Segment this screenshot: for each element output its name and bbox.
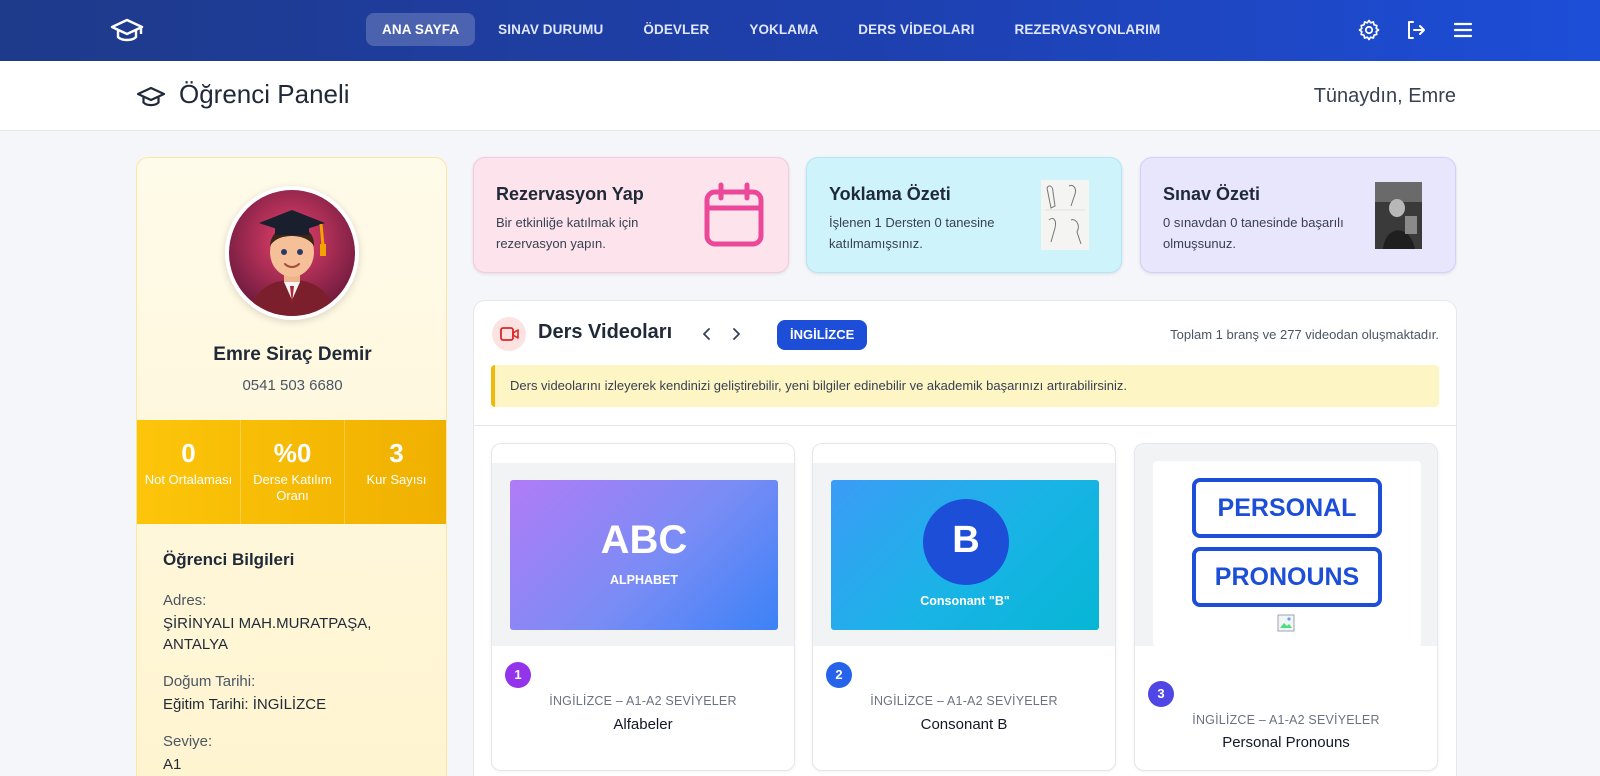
info-value-seviye: A1 [163, 756, 182, 773]
chevron-left-icon[interactable] [698, 325, 716, 343]
student-phone: 0541 503 6680 [242, 377, 343, 394]
video-card[interactable]: B Consonant "B" 2 İNGİLİZCE – A1-A2 SEVİ… [812, 443, 1116, 771]
student-photo-image [1375, 182, 1422, 249]
thumb-subtitle: ALPHABET [609, 573, 679, 587]
student-name: Emre Siraç Demir [213, 344, 372, 365]
video-thumbnail[interactable]: PERSONAL PRONOUNS [1153, 461, 1421, 647]
top-navbar: ANA SAYFA SINAV DURUMU ÖDEVLER YOKLAMA D… [0, 0, 1600, 61]
video-category: İNGİLİZCE – A1-A2 SEVİYELER [870, 694, 1058, 708]
info-label-adres: Adres: [163, 592, 207, 609]
thumb-title: PERSONAL [1192, 478, 1382, 538]
video-thumbnail-area: ABC ALPHABET [492, 463, 794, 646]
stats-bar: 0 Not Ortalaması %0 Derse Katılım Oranı … [137, 420, 446, 524]
video-number-badge: 1 [505, 662, 531, 688]
page-header: Öğrenci Paneli Tünaydın, Emre [0, 61, 1600, 131]
info-value-dogum-tarihi: Eğitim Tarihi: İNGİLİZCE [163, 696, 327, 713]
broken-image-icon [1277, 614, 1295, 632]
ders-videolari-panel: Ders Videoları İNGİLİZCE Toplam 1 branş … [473, 300, 1457, 776]
nav-ana-sayfa[interactable]: ANA SAYFA [366, 13, 476, 46]
gear-icon[interactable] [1357, 18, 1381, 42]
nav-ders-videolari[interactable]: DERS VİDEOLARI [841, 13, 991, 46]
page-title: Öğrenci Paneli [179, 79, 350, 109]
video-thumbnail[interactable]: B Consonant "B" [831, 480, 1099, 630]
video-thumbnail-area: B Consonant "B" [813, 463, 1115, 646]
student-info: Öğrenci Bilgileri Adres: ŞİRİNYALI MAH.M… [163, 550, 433, 776]
videos-notice: Ders videolarını izleyerek kendinizi gel… [491, 365, 1439, 407]
student-profile-card: Emre Siraç Demir 0541 503 6680 0 Not Ort… [136, 157, 447, 776]
video-thumbnail[interactable]: ABC ALPHABET [510, 480, 778, 630]
video-card[interactable]: PERSONAL PRONOUNS 3 İNGİLİZCE – A1-A2 SE… [1134, 443, 1438, 771]
nav-rezervasyonlarim[interactable]: REZERVASYONLARIM [997, 13, 1177, 46]
chevron-right-icon[interactable] [727, 325, 745, 343]
videos-title: Ders Videoları [538, 321, 673, 343]
card-sinav[interactable]: Sınav Özeti 0 sınavdan 0 tanesinde başar… [1140, 157, 1456, 273]
info-title: Öğrenci Bilgileri [163, 550, 295, 569]
card-desc: İşlenen 1 Dersten 0 tanesine katılmamışs… [829, 215, 995, 251]
stat-label: Derse Katılım Oranı [253, 472, 332, 503]
thumb-letter-circle: B [923, 499, 1009, 585]
graduation-cap-icon [136, 86, 166, 107]
stat-value: 0 [181, 438, 196, 468]
stat-value: %0 [273, 438, 312, 468]
stat-label: Not Ortalaması [144, 472, 233, 487]
stat-not-ortalamasi: 0 Not Ortalaması [137, 420, 241, 524]
card-rezervasyon[interactable]: Rezervasyon Yap Bir etkinliğe katılmak i… [473, 157, 789, 273]
card-desc: Bir etkinliğe katılmak için rezervasyon … [496, 215, 639, 251]
video-camera-icon [500, 327, 519, 341]
nav-yoklama[interactable]: YOKLAMA [732, 13, 835, 46]
menu-icon[interactable] [1451, 18, 1475, 42]
video-thumbnail-area: PERSONAL PRONOUNS [1135, 444, 1437, 647]
video-name[interactable]: Personal Pronouns [1135, 734, 1437, 751]
info-value-adres: ŞİRİNYALI MAH.MURATPAŞA, ANTALYA [163, 615, 372, 653]
avatar [225, 186, 359, 320]
card-yoklama[interactable]: Yoklama Özeti İşlenen 1 Dersten 0 tanesi… [806, 157, 1122, 273]
hands-illustration-image [1041, 180, 1089, 250]
card-desc: 0 sınavdan 0 tanesinde başarılı olmuşsun… [1163, 215, 1344, 251]
thumb-subtitle: Consonant "B" [920, 594, 1010, 608]
nav-sinav-durumu[interactable]: SINAV DURUMU [481, 13, 620, 46]
calendar-icon [704, 182, 764, 247]
video-number-badge: 3 [1148, 681, 1174, 707]
thumb-title: ABC [600, 518, 688, 562]
video-category: İNGİLİZCE – A1-A2 SEVİYELER [549, 694, 737, 708]
video-number-badge: 2 [826, 662, 852, 688]
thumb-title: B [952, 519, 980, 561]
thumb-subtitle: PRONOUNS [1192, 547, 1382, 607]
card-title: Rezervasyon Yap [496, 184, 644, 204]
greeting-text: Tünaydın, Emre [1313, 85, 1456, 107]
video-card[interactable]: ABC ALPHABET 1 İNGİLİZCE – A1-A2 SEVİYEL… [491, 443, 795, 771]
videos-total-text: Toplam 1 branş ve 277 videodan oluşmakta… [1170, 327, 1439, 342]
stat-label: Kur Sayısı [366, 472, 427, 487]
stat-derse-katilim: %0 Derse Katılım Oranı [241, 420, 345, 524]
graduation-cap-icon[interactable] [110, 16, 144, 46]
nav-odevler[interactable]: ÖDEVLER [626, 13, 726, 46]
card-title: Sınav Özeti [1163, 184, 1261, 204]
main-nav: ANA SAYFA SINAV DURUMU ÖDEVLER YOKLAMA D… [366, 13, 1177, 46]
video-name[interactable]: Consonant B [813, 716, 1115, 733]
info-label-dogum-tarihi: Doğum Tarihi: [163, 673, 256, 690]
branch-tag-ingilizce[interactable]: İNGİLİZCE [777, 320, 868, 350]
stat-kur-sayisi: 3 Kur Sayısı [345, 420, 446, 524]
video-category: İNGİLİZCE – A1-A2 SEVİYELER [1192, 713, 1380, 727]
video-icon-wrap [492, 317, 526, 351]
logout-icon[interactable] [1404, 18, 1428, 42]
card-title: Yoklama Özeti [829, 184, 951, 204]
stat-value: 3 [389, 438, 404, 468]
student-avatar-image [229, 190, 355, 316]
info-label-seviye: Seviye: [163, 733, 213, 750]
video-name[interactable]: Alfabeler [492, 716, 794, 733]
divider [474, 425, 1456, 426]
